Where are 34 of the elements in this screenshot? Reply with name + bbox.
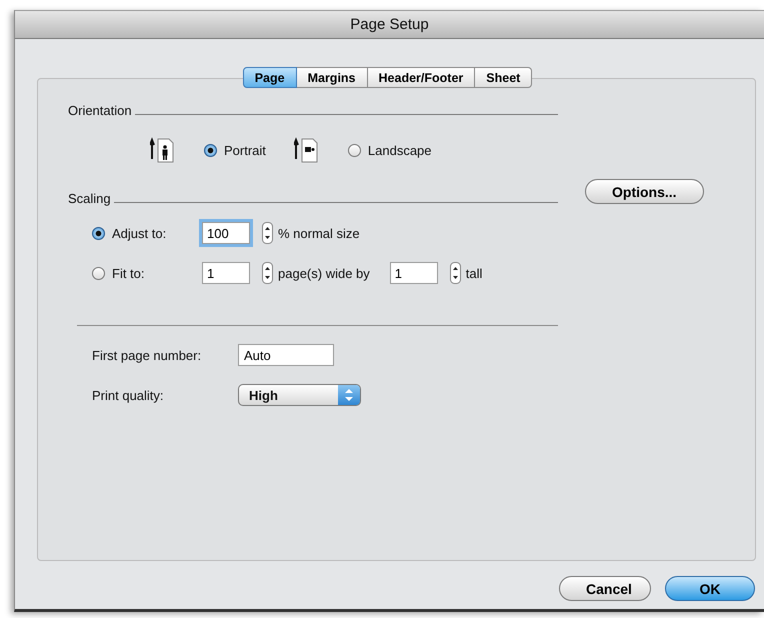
radio-button[interactable]: Portrait — [204, 142, 266, 158]
stepper-icon[interactable] — [262, 262, 273, 284]
tab[interactable]: Sheet — [475, 67, 532, 88]
radio-label: Landscape — [368, 142, 432, 158]
dialog-button[interactable]: Cancel — [559, 576, 651, 601]
landscape-page-icon — [294, 137, 320, 163]
input-field[interactable]: 100 — [202, 222, 250, 244]
input-field[interactable]: 1 — [202, 262, 250, 284]
input-field[interactable]: Auto — [238, 344, 334, 366]
radio-label: Portrait — [224, 142, 266, 158]
dropdown[interactable]: High — [238, 384, 361, 406]
field-label: First page number: — [92, 348, 202, 362]
field-suffix: tall — [466, 266, 482, 280]
radio-button[interactable]: Adjust to: — [92, 226, 196, 240]
radio-label: Fit to: — [112, 266, 145, 280]
dialog-button[interactable]: OK — [665, 576, 755, 601]
options-button[interactable]: Options... — [585, 179, 704, 204]
window-title: Page Setup — [350, 16, 429, 33]
radio-label: Adjust to: — [112, 226, 166, 240]
input-field[interactable]: 1 — [390, 262, 438, 284]
tab[interactable]: Margins — [296, 67, 368, 88]
stepper-icon[interactable] — [262, 222, 273, 244]
radio-button[interactable]: Landscape — [348, 142, 432, 158]
field-label: Print quality: — [92, 388, 165, 402]
field-suffix: page(s) wide by — [278, 266, 370, 280]
tab[interactable]: Page — [242, 67, 297, 88]
dropdown-arrows-icon — [338, 385, 360, 405]
field-suffix: % normal size — [278, 226, 360, 240]
tab[interactable]: Header/Footer — [368, 67, 476, 88]
portrait-page-icon — [150, 137, 176, 163]
stepper-icon[interactable] — [450, 262, 461, 284]
section-heading: Scaling — [68, 191, 111, 206]
radio-button[interactable]: Fit to: — [92, 266, 196, 280]
section-heading: Orientation — [68, 103, 132, 118]
